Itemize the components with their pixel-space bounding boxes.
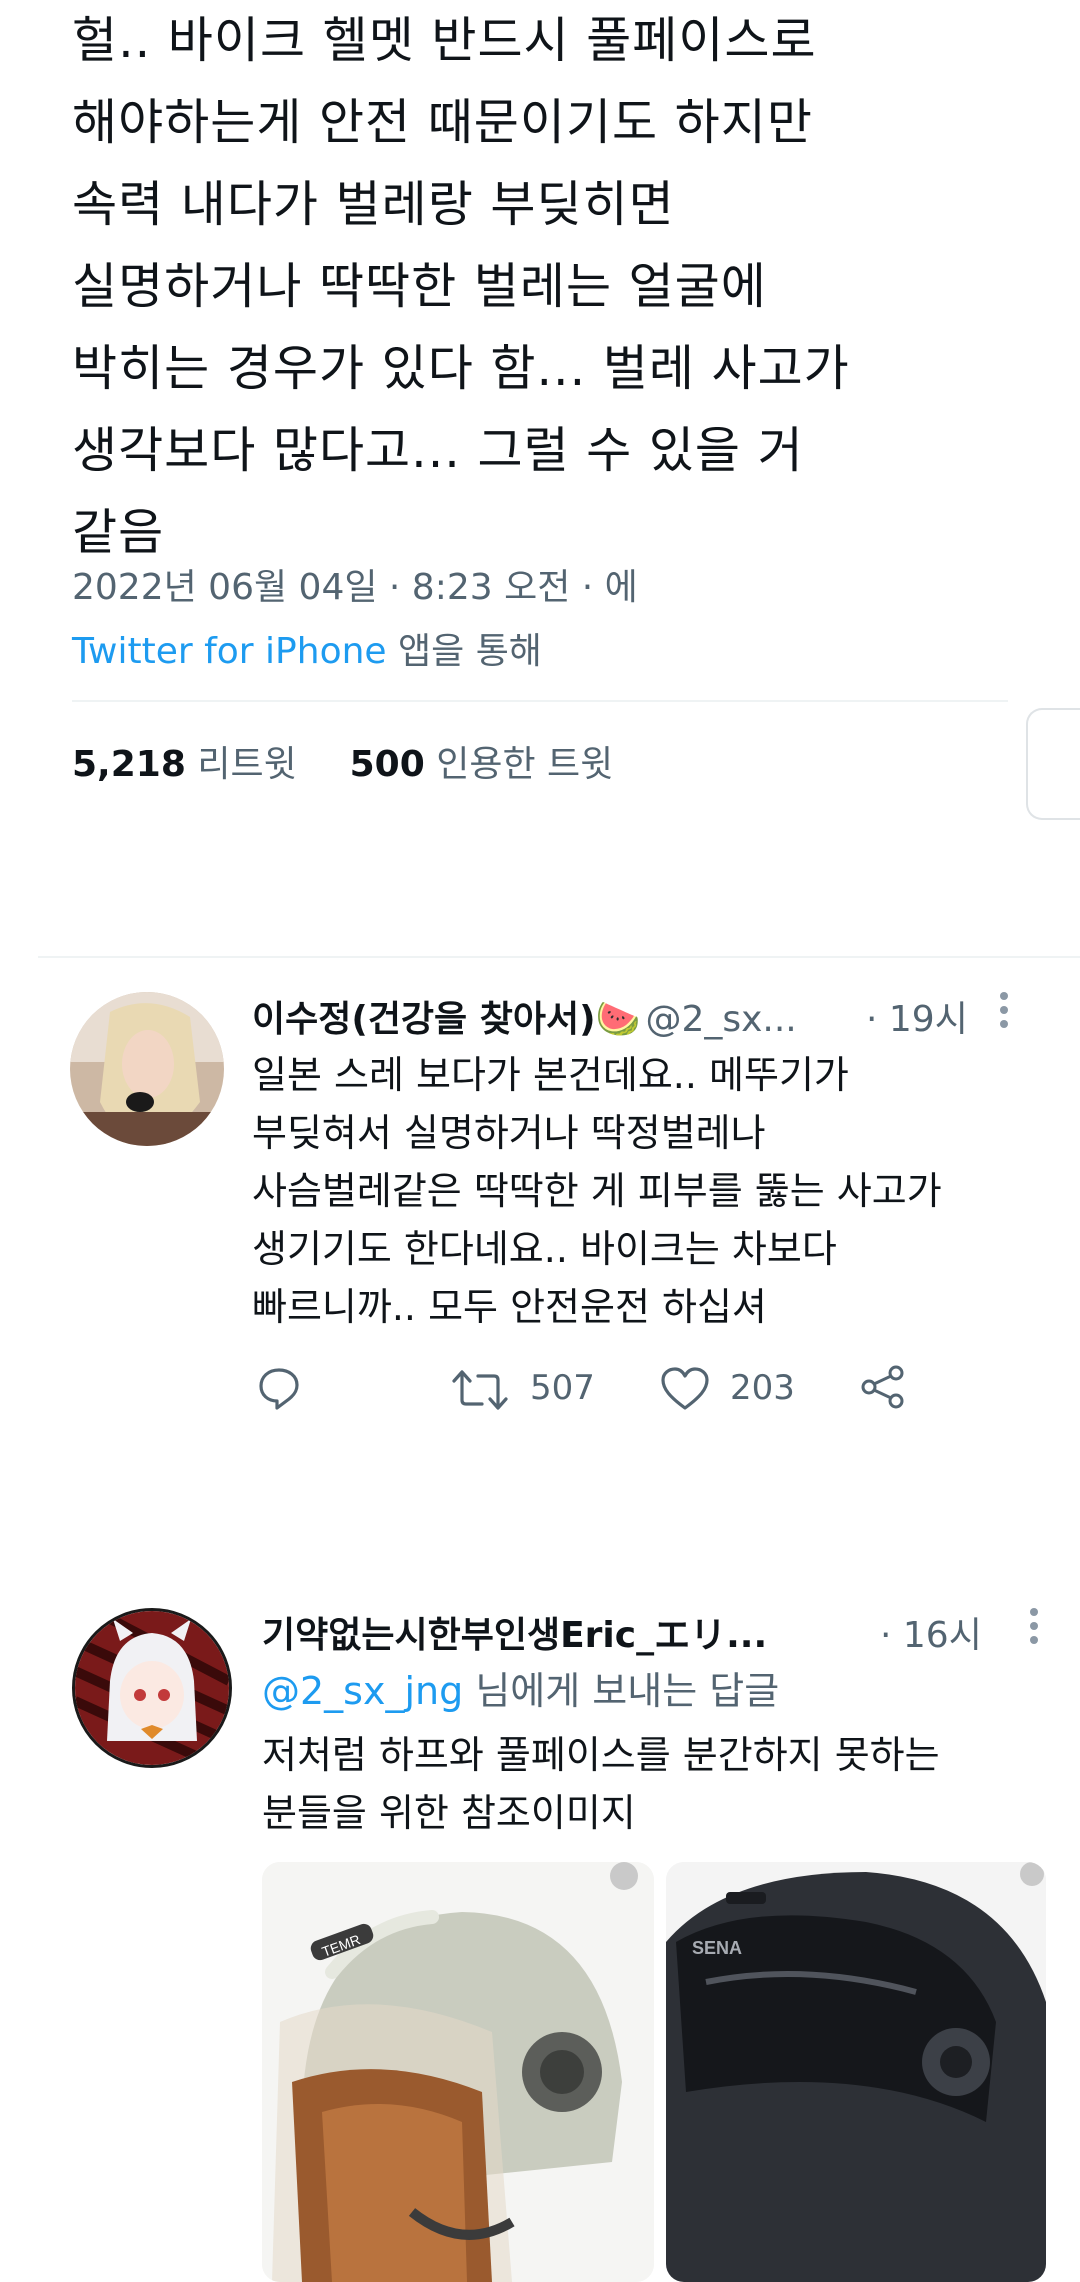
- reply-author-name[interactable]: 기약없는시한부인생Eric_エリ...: [262, 1606, 767, 1658]
- quote-stat[interactable]: 500 인용한 트윗: [350, 744, 614, 785]
- retweet-count: 507: [530, 1368, 595, 1408]
- tweet-meta: 2022년 06월 04일 · 8:23 오전 · 에 Twitter for …: [72, 556, 638, 684]
- more-options-icon[interactable]: [1030, 1608, 1038, 1650]
- avatar[interactable]: [72, 1608, 232, 1768]
- tweet-stats: 5,218 리트윗 500 인용한 트윗: [72, 735, 613, 787]
- tweet-source-link[interactable]: Twitter for iPhone: [72, 631, 387, 672]
- reply-context-suffix: 님에게 보내는 답글: [463, 1669, 780, 1713]
- tweet-text: 헐.. 바이크 헬멧 반드시 풀페이스로 해야하는게 안전 때문이기도 하지만 …: [72, 0, 1032, 574]
- tweet-line: 속력 내다가 벌레랑 부딪히면: [72, 176, 675, 233]
- tweet-line: 실명하거나 딱딱한 벌레는 얼굴에: [72, 258, 767, 315]
- more-options-icon[interactable]: [1000, 992, 1008, 1034]
- retweet-stat[interactable]: 5,218 리트윗: [72, 744, 297, 785]
- like-icon[interactable]: [660, 1366, 710, 1414]
- helmet-brand-label: SENA: [692, 1938, 742, 1958]
- tweet-line: 생각보다 많다고... 그럴 수 있을 거: [72, 422, 804, 479]
- media-image-full-helmet[interactable]: SENA: [666, 1862, 1046, 2282]
- reply-line: 분들을 위한 참조이미지: [262, 1791, 636, 1835]
- like-count: 203: [730, 1368, 795, 1408]
- reply-body: 일본 스레 보다가 본건데요.. 메뚜기가 부딪혀서 실명하거나 딱정벌레나 사…: [252, 1046, 1032, 1336]
- reply-line: 일본 스레 보다가 본건데요.. 메뚜기가: [252, 1053, 849, 1097]
- tweet-source-suffix: 앱을 통해: [386, 631, 542, 672]
- side-card-edge: [1026, 708, 1080, 820]
- section-divider: [38, 956, 1080, 958]
- stats-divider-top: [72, 700, 1008, 702]
- tweet-line: 헐.. 바이크 헬멧 반드시 풀페이스로: [72, 12, 817, 69]
- tweet-datetime[interactable]: 2022년 06월 04일 · 8:23 오전 · 에: [72, 556, 638, 620]
- reply-body: 저처럼 하프와 풀페이스를 분간하지 못하는 분들을 위한 참조이미지: [262, 1726, 1052, 1842]
- reply-header: 이수정(건강을 찾아서)🍉 @2_sx...: [252, 990, 797, 1042]
- retweet-icon[interactable]: [452, 1366, 508, 1414]
- reply-context: @2_sx_jng 님에게 보내는 답글: [262, 1662, 779, 1720]
- reply-icon[interactable]: [255, 1364, 305, 1414]
- avatar[interactable]: [70, 992, 224, 1146]
- reply-line: 부딪혀서 실명하거나 딱정벌레나: [252, 1111, 766, 1155]
- share-icon[interactable]: [860, 1364, 906, 1410]
- reply-author-name[interactable]: 이수정(건강을 찾아서)🍉: [252, 999, 640, 1040]
- reply-author-handle[interactable]: @2_sx...: [645, 999, 796, 1040]
- reply-time[interactable]: · 19시: [866, 990, 968, 1042]
- media-image-half-helmet[interactable]: TEMR: [262, 1862, 654, 2282]
- reply-line: 빠르니까.. 모두 안전운전 하십셔: [252, 1285, 767, 1329]
- reply-line: 생기기도 한다네요.. 바이크는 차보다: [252, 1227, 837, 1271]
- reply-line: 사슴벌레같은 딱딱한 게 피부를 뚫는 사고가: [252, 1169, 942, 1213]
- mention-link[interactable]: @2_sx_jng: [262, 1669, 463, 1713]
- reply-time[interactable]: · 16시: [880, 1606, 982, 1658]
- tweet-line: 해야하는게 안전 때문이기도 하지만: [72, 94, 813, 151]
- tweet-line: 박히는 경우가 있다 함... 벌레 사고가: [72, 340, 850, 397]
- reply-line: 저처럼 하프와 풀페이스를 분간하지 못하는: [262, 1733, 940, 1777]
